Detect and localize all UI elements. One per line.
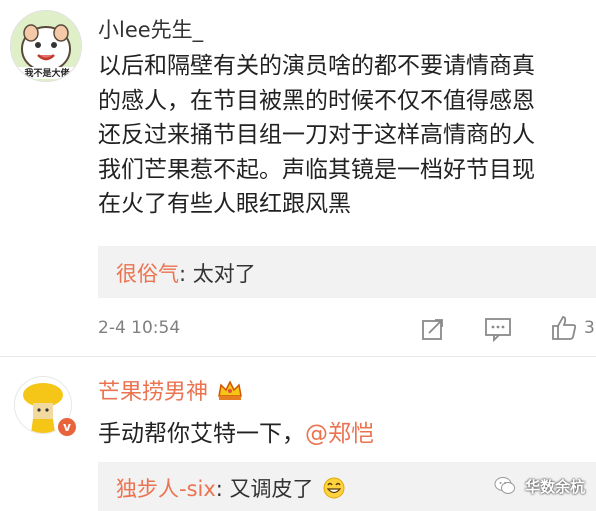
- sub-comment-text: 手动帮你艾特一下，: [98, 421, 305, 447]
- sub-reply-username[interactable]: 独步人-six: [116, 477, 216, 501]
- comment-line: 的感人，在节目被黑的时候不仅不值得感恩: [98, 87, 535, 114]
- reply-separator: :: [179, 262, 193, 286]
- comment-line: 以后和隔壁有关的演员啥的都不要请情商真: [98, 53, 535, 79]
- watermark: 华数余杭: [494, 476, 585, 500]
- comment-line: 在火了有些人眼红跟风黑: [98, 191, 351, 217]
- grin-emoji-icon: [323, 477, 345, 504]
- comment-timestamp: 2-4 10:54: [98, 318, 181, 338]
- sub-reply-text: 又调皮了: [229, 477, 314, 501]
- reply-text: 太对了: [192, 262, 256, 286]
- mention-link[interactable]: @郑恺: [305, 421, 374, 447]
- watermark-text: 华数余杭: [525, 478, 586, 496]
- like-icon[interactable]: [550, 314, 578, 342]
- divider: [0, 356, 596, 357]
- comment-icon[interactable]: [484, 316, 512, 343]
- sub-reply-separator: :: [215, 477, 230, 501]
- sub-comment-header: 芒果捞男神: [98, 374, 243, 406]
- reply-box[interactable]: 很俗气: 太对了: [98, 246, 596, 298]
- verified-badge-icon: v: [56, 416, 78, 438]
- comment-username[interactable]: 小lee先生_: [98, 14, 203, 44]
- sub-comment-body: 手动帮你艾特一下，@郑恺: [98, 414, 374, 448]
- avatar-user-1[interactable]: 我不是大佬: [10, 10, 82, 82]
- comment-line: 还反过来捅节目组一刀对于这样高情商的人: [98, 122, 535, 148]
- comment-line: 我们芒果惹不起。声临其镜是一档好节目现: [98, 156, 535, 183]
- comment-body: 以后和隔壁有关的演员啥的都不要请情商真 的感人，在节目被黑的时候不仅不值得感恩 …: [98, 49, 588, 222]
- like-count: 3: [584, 318, 595, 338]
- wechat-logo-icon: [494, 476, 516, 500]
- reply-line: 很俗气: 太对了: [116, 258, 256, 288]
- avatar-caption: 我不是大佬: [24, 69, 70, 79]
- reply-username[interactable]: 很俗气: [116, 262, 179, 286]
- share-icon[interactable]: [420, 316, 446, 342]
- crown-icon: [217, 380, 243, 406]
- sub-reply-line: 独步人-six: 又调皮了: [116, 473, 345, 504]
- sub-comment-username[interactable]: 芒果捞男神: [98, 380, 208, 405]
